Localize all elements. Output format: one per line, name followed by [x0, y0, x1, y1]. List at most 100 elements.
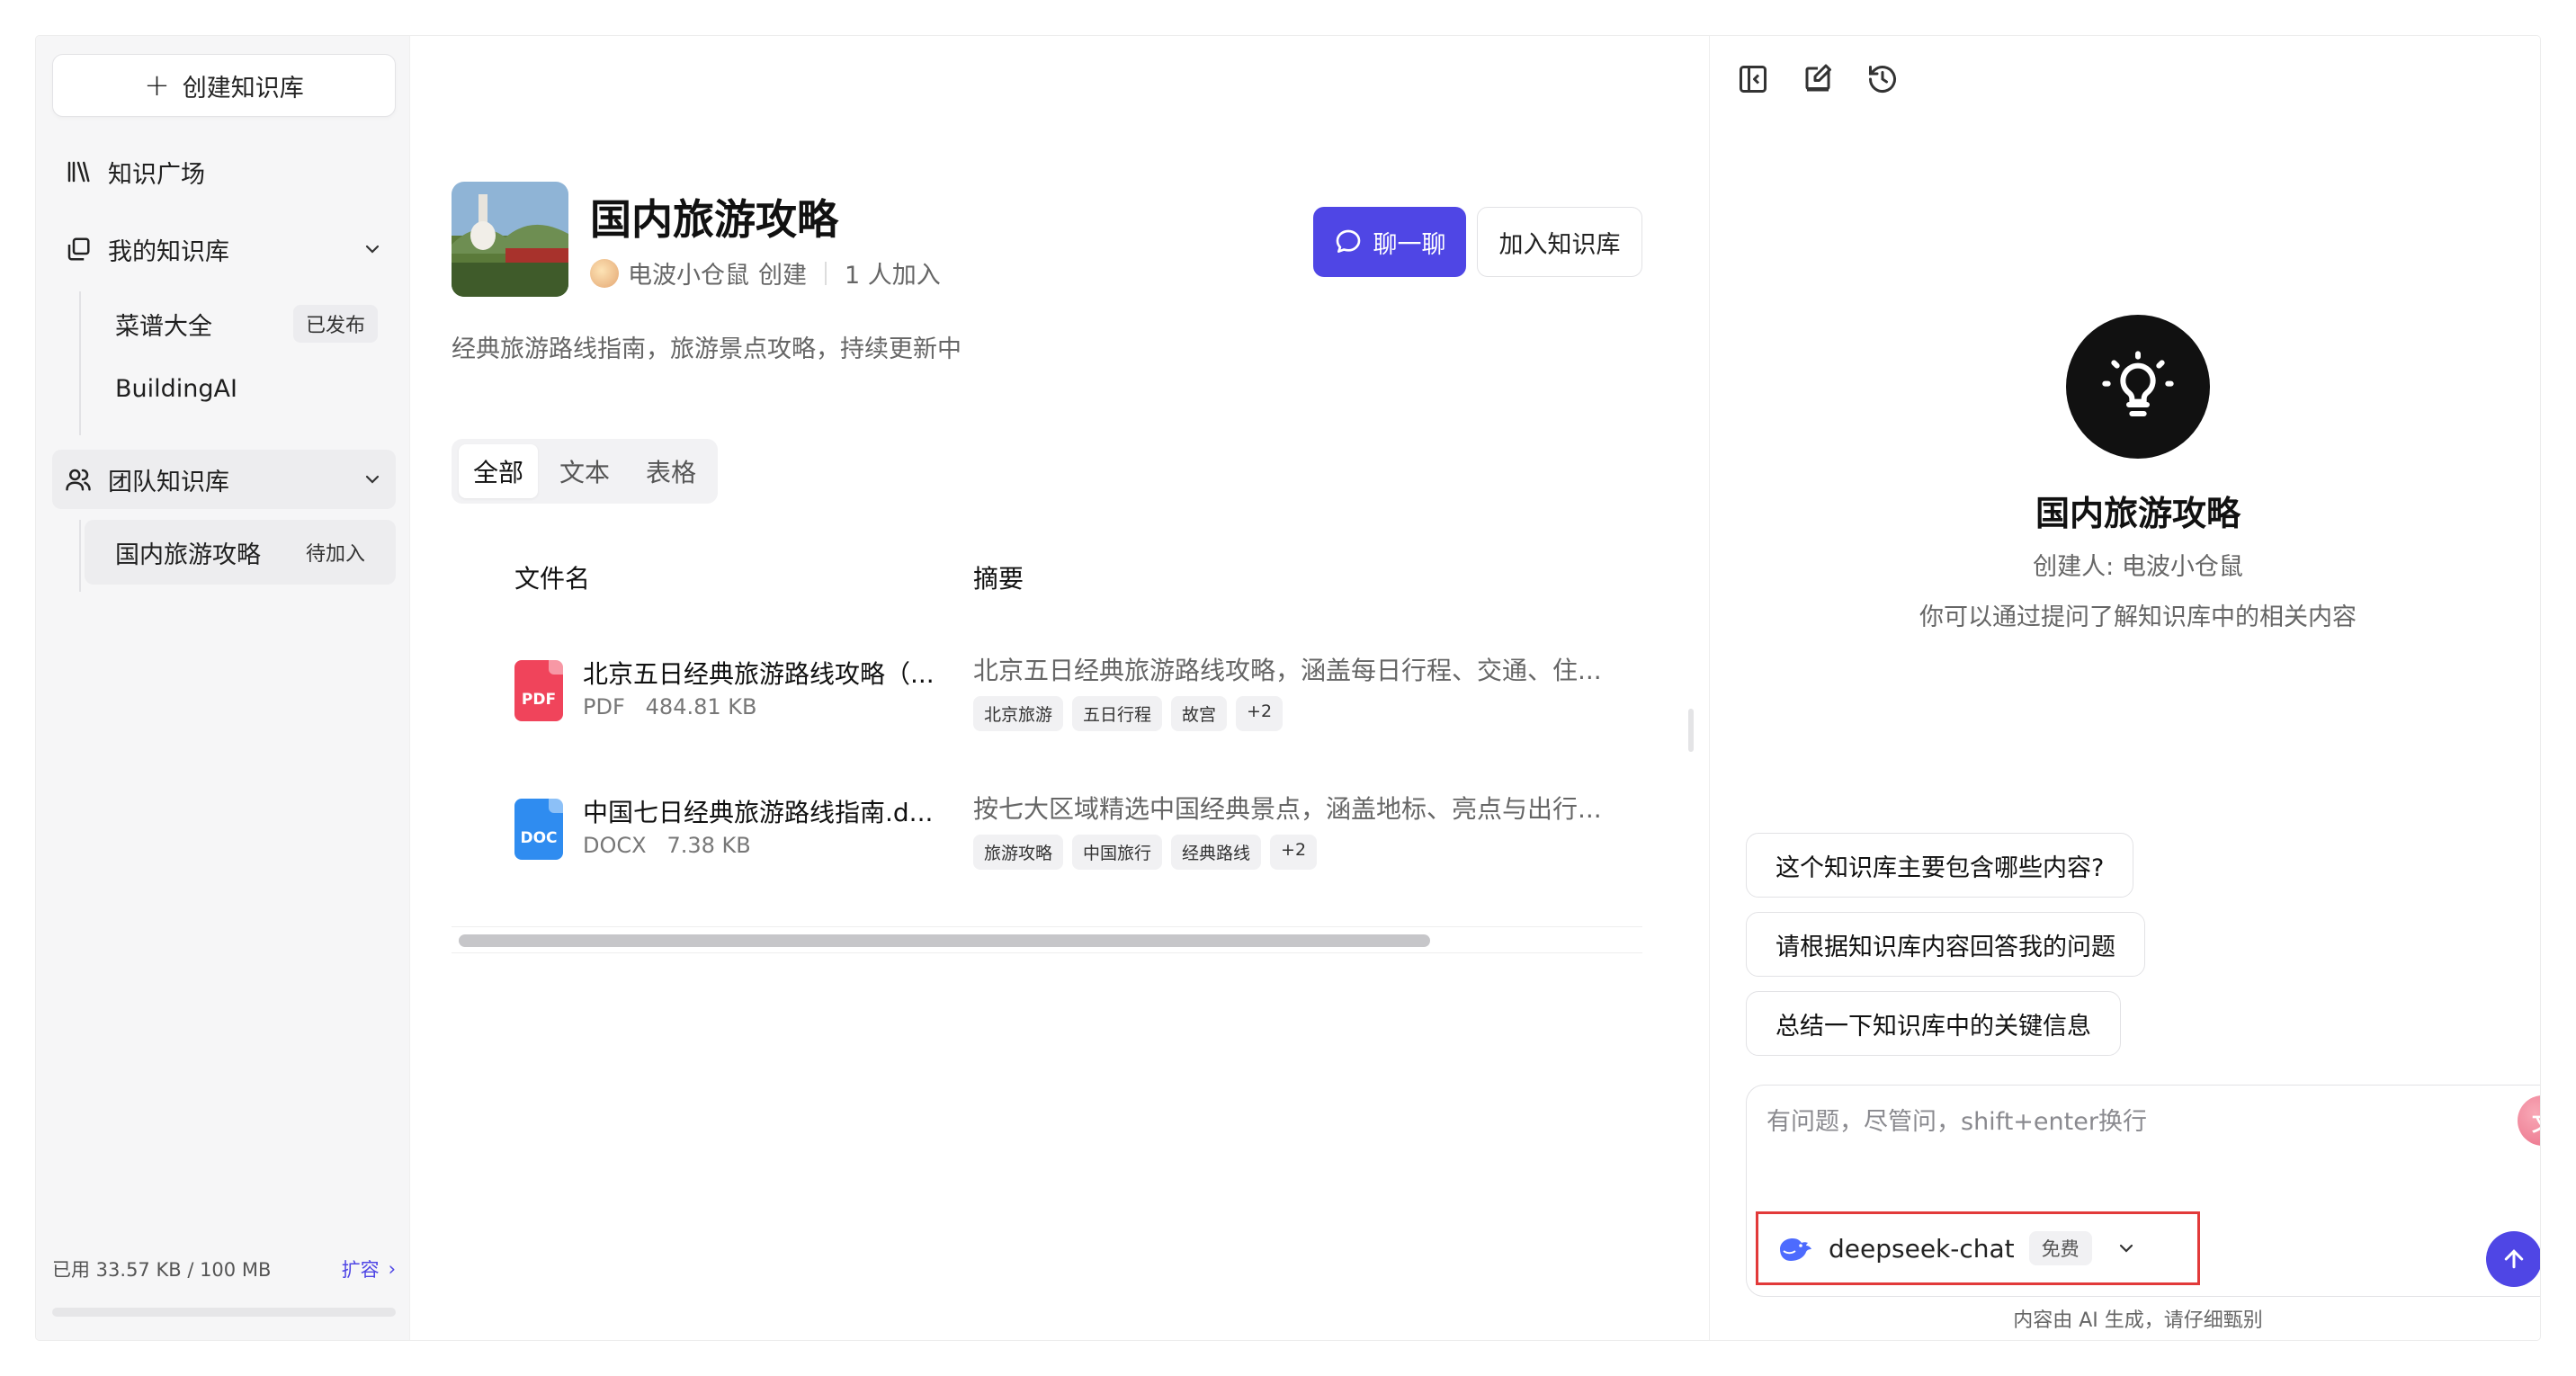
column-header-name: 文件名 [514, 564, 591, 594]
sidebar-item-label: 团队知识库 [108, 468, 229, 496]
table-header: 文件名 摘要 [452, 549, 1642, 603]
main-content: 国内旅游攻略 电波小仓鼠 创建 1 人加入 聊一聊 加入知识库 经典旅游路线指南… [410, 36, 1709, 1340]
column-header-summary: 摘要 [973, 564, 1024, 594]
chat-panel: 国内旅游攻略 创建人: 电波小仓鼠 你可以通过提问了解知识库中的相关内容 这个知… [1709, 36, 2540, 1340]
deepseek-whale-icon [1780, 1238, 1811, 1261]
kb-meta: 电波小仓鼠 创建 1 人加入 [590, 255, 941, 290]
send-button[interactable] [2486, 1231, 2540, 1287]
arrow-up-icon [2504, 1249, 2524, 1269]
library-icon [67, 161, 90, 183]
page-title: 国内旅游攻略 [590, 195, 838, 244]
file-meta: PDF 484.81 KB [583, 694, 756, 719]
suggested-question[interactable]: 这个知识库主要包含哪些内容? [1746, 833, 2134, 898]
users-icon [66, 469, 91, 491]
plus-icon: + [144, 67, 170, 103]
kb-item-label: 国内旅游攻略 [115, 541, 261, 569]
model-selector[interactable]: deepseek-chat 免费 [1756, 1211, 2200, 1285]
panel-title: 国内旅游攻略 [2035, 494, 2241, 533]
divider [825, 261, 827, 285]
chat-input-placeholder[interactable]: 有问题，尽管问，shift+enter换行 [1767, 1102, 2147, 1137]
history-icon[interactable] [1866, 63, 1899, 95]
table-row[interactable]: DOC 中国七日经典旅游路线指南.d... DOCX 7.38 KB 按七大区域… [452, 786, 1642, 921]
create-kb-label: 创建知识库 [182, 74, 304, 103]
collapse-panel-icon[interactable] [1737, 63, 1769, 95]
create-kb-button[interactable]: + 创建知识库 [52, 54, 396, 117]
chevron-down-icon [2119, 1244, 2133, 1253]
join-kb-button[interactable]: 加入知识库 [1477, 207, 1642, 277]
kb-item-travel[interactable]: 国内旅游攻略 待加入 [85, 520, 396, 585]
copy-icon [67, 237, 90, 261]
file-summary: 按七大区域精选中国经典景点，涵盖地标、亮点与出行... [973, 794, 1602, 824]
expand-label: 扩容 [341, 1259, 380, 1281]
kb-description: 经典旅游路线指南，旅游景点攻略，持续更新中 [452, 335, 962, 363]
sidebar: + 创建知识库 知识广场 我的知识库 菜谱大全 已发布 BuildingAI 团… [36, 36, 410, 1340]
file-type: PDF [583, 694, 625, 719]
sidebar-item-plaza[interactable]: 知识广场 [52, 142, 396, 201]
edit-icon[interactable] [1802, 63, 1834, 95]
tag: 故宫 [1171, 696, 1228, 731]
file-meta: DOCX 7.38 KB [583, 833, 751, 858]
tag: 五日行程 [1072, 696, 1163, 731]
table-row[interactable]: PDF 北京五日经典旅游路线攻略（... PDF 484.81 KB 北京五日经… [452, 648, 1642, 782]
file-size: 484.81 KB [645, 694, 757, 719]
storage-bar [52, 1308, 396, 1317]
horizontal-scrollbar[interactable] [452, 926, 1642, 953]
more-tags-badge[interactable]: +2 [1236, 696, 1284, 731]
storage-text: 已用 33.57 KB / 100 MB [52, 1259, 272, 1281]
file-size: 7.38 KB [666, 833, 751, 858]
file-name[interactable]: 北京五日经典旅游路线攻略（... [583, 655, 934, 691]
model-name: deepseek-chat [1829, 1233, 2015, 1264]
tag: 北京旅游 [973, 696, 1064, 731]
creator-name: 电波小仓鼠 [628, 262, 749, 290]
sidebar-item-label: 我的知识库 [108, 237, 229, 266]
created-label: 创建 [758, 262, 807, 290]
chevron-down-icon[interactable] [362, 238, 383, 260]
chevron-right-icon: › [388, 1258, 396, 1280]
kb-item-label: 菜谱大全 [115, 312, 212, 341]
app-window: + 创建知识库 知识广场 我的知识库 菜谱大全 已发布 BuildingAI 团… [36, 36, 2540, 1340]
lightbulb-icon [2066, 315, 2210, 459]
storage-usage: 已用 33.57 KB / 100 MB 扩容 › [52, 1255, 396, 1282]
chat-button-label: 聊一聊 [1373, 230, 1446, 259]
chat-button[interactable]: 聊一聊 [1313, 207, 1466, 277]
chat-input-box[interactable]: 有问题，尽管问，shift+enter换行 deepseek-chat 免费 [1746, 1085, 2540, 1297]
panel-hint: 你可以通过提问了解知识库中的相关内容 [1919, 603, 2357, 631]
sidebar-item-label: 知识广场 [108, 160, 205, 189]
expand-storage-link[interactable]: 扩容 › [342, 1255, 396, 1282]
tag: 经典路线 [1171, 835, 1262, 870]
tab-table[interactable]: 表格 [631, 444, 711, 498]
chevron-down-icon[interactable] [362, 469, 383, 490]
scrollbar-thumb[interactable] [459, 934, 1430, 947]
suggested-question[interactable]: 总结一下知识库中的关键信息 [1746, 991, 2121, 1056]
sidebar-item-my-kb[interactable]: 我的知识库 [52, 219, 396, 279]
file-name[interactable]: 中国七日经典旅游路线指南.d... [583, 793, 934, 829]
filter-tabs: 全部 文本 表格 [452, 439, 719, 504]
chat-bubble-icon [1336, 229, 1360, 253]
team-kb-list: 国内旅游攻略 待加入 [79, 520, 396, 592]
tag: 中国旅行 [1072, 835, 1163, 870]
resize-handle[interactable] [1688, 709, 1694, 752]
avatar [590, 258, 619, 288]
suggested-question[interactable]: 请根据知识库内容回答我的问题 [1746, 912, 2145, 977]
tag-list: 旅游攻略 中国旅行 经典路线 +2 [973, 835, 1318, 870]
doc-file-icon: DOC [514, 799, 563, 860]
pdf-file-icon: PDF [514, 660, 563, 721]
tag: 旅游攻略 [973, 835, 1064, 870]
tag-list: 北京旅游 五日行程 故宫 +2 [973, 696, 1284, 731]
more-tags-badge[interactable]: +2 [1270, 835, 1318, 870]
file-type: DOCX [583, 833, 647, 858]
free-badge: 免费 [2028, 1231, 2092, 1265]
member-count: 1 人加入 [845, 262, 941, 290]
panel-creator: 创建人: 电波小仓鼠 [2033, 553, 2243, 581]
my-kb-list: 菜谱大全 已发布 BuildingAI [79, 291, 396, 435]
status-badge: 待加入 [305, 543, 365, 566]
file-summary: 北京五日经典旅游路线攻略，涵盖每日行程、交通、住... [973, 656, 1602, 685]
ai-disclaimer: 内容由 AI 生成，请仔细甄别 [2013, 1309, 2263, 1332]
tab-all[interactable]: 全部 [459, 444, 539, 498]
kb-item-label: BuildingAI [115, 374, 237, 403]
kb-item-recipes[interactable]: 菜谱大全 已发布 [85, 291, 396, 356]
kb-cover-image [452, 182, 568, 297]
tab-text[interactable]: 文本 [545, 444, 624, 498]
kb-item-buildingai[interactable]: BuildingAI [85, 356, 396, 421]
sidebar-item-team-kb[interactable]: 团队知识库 [52, 450, 396, 509]
